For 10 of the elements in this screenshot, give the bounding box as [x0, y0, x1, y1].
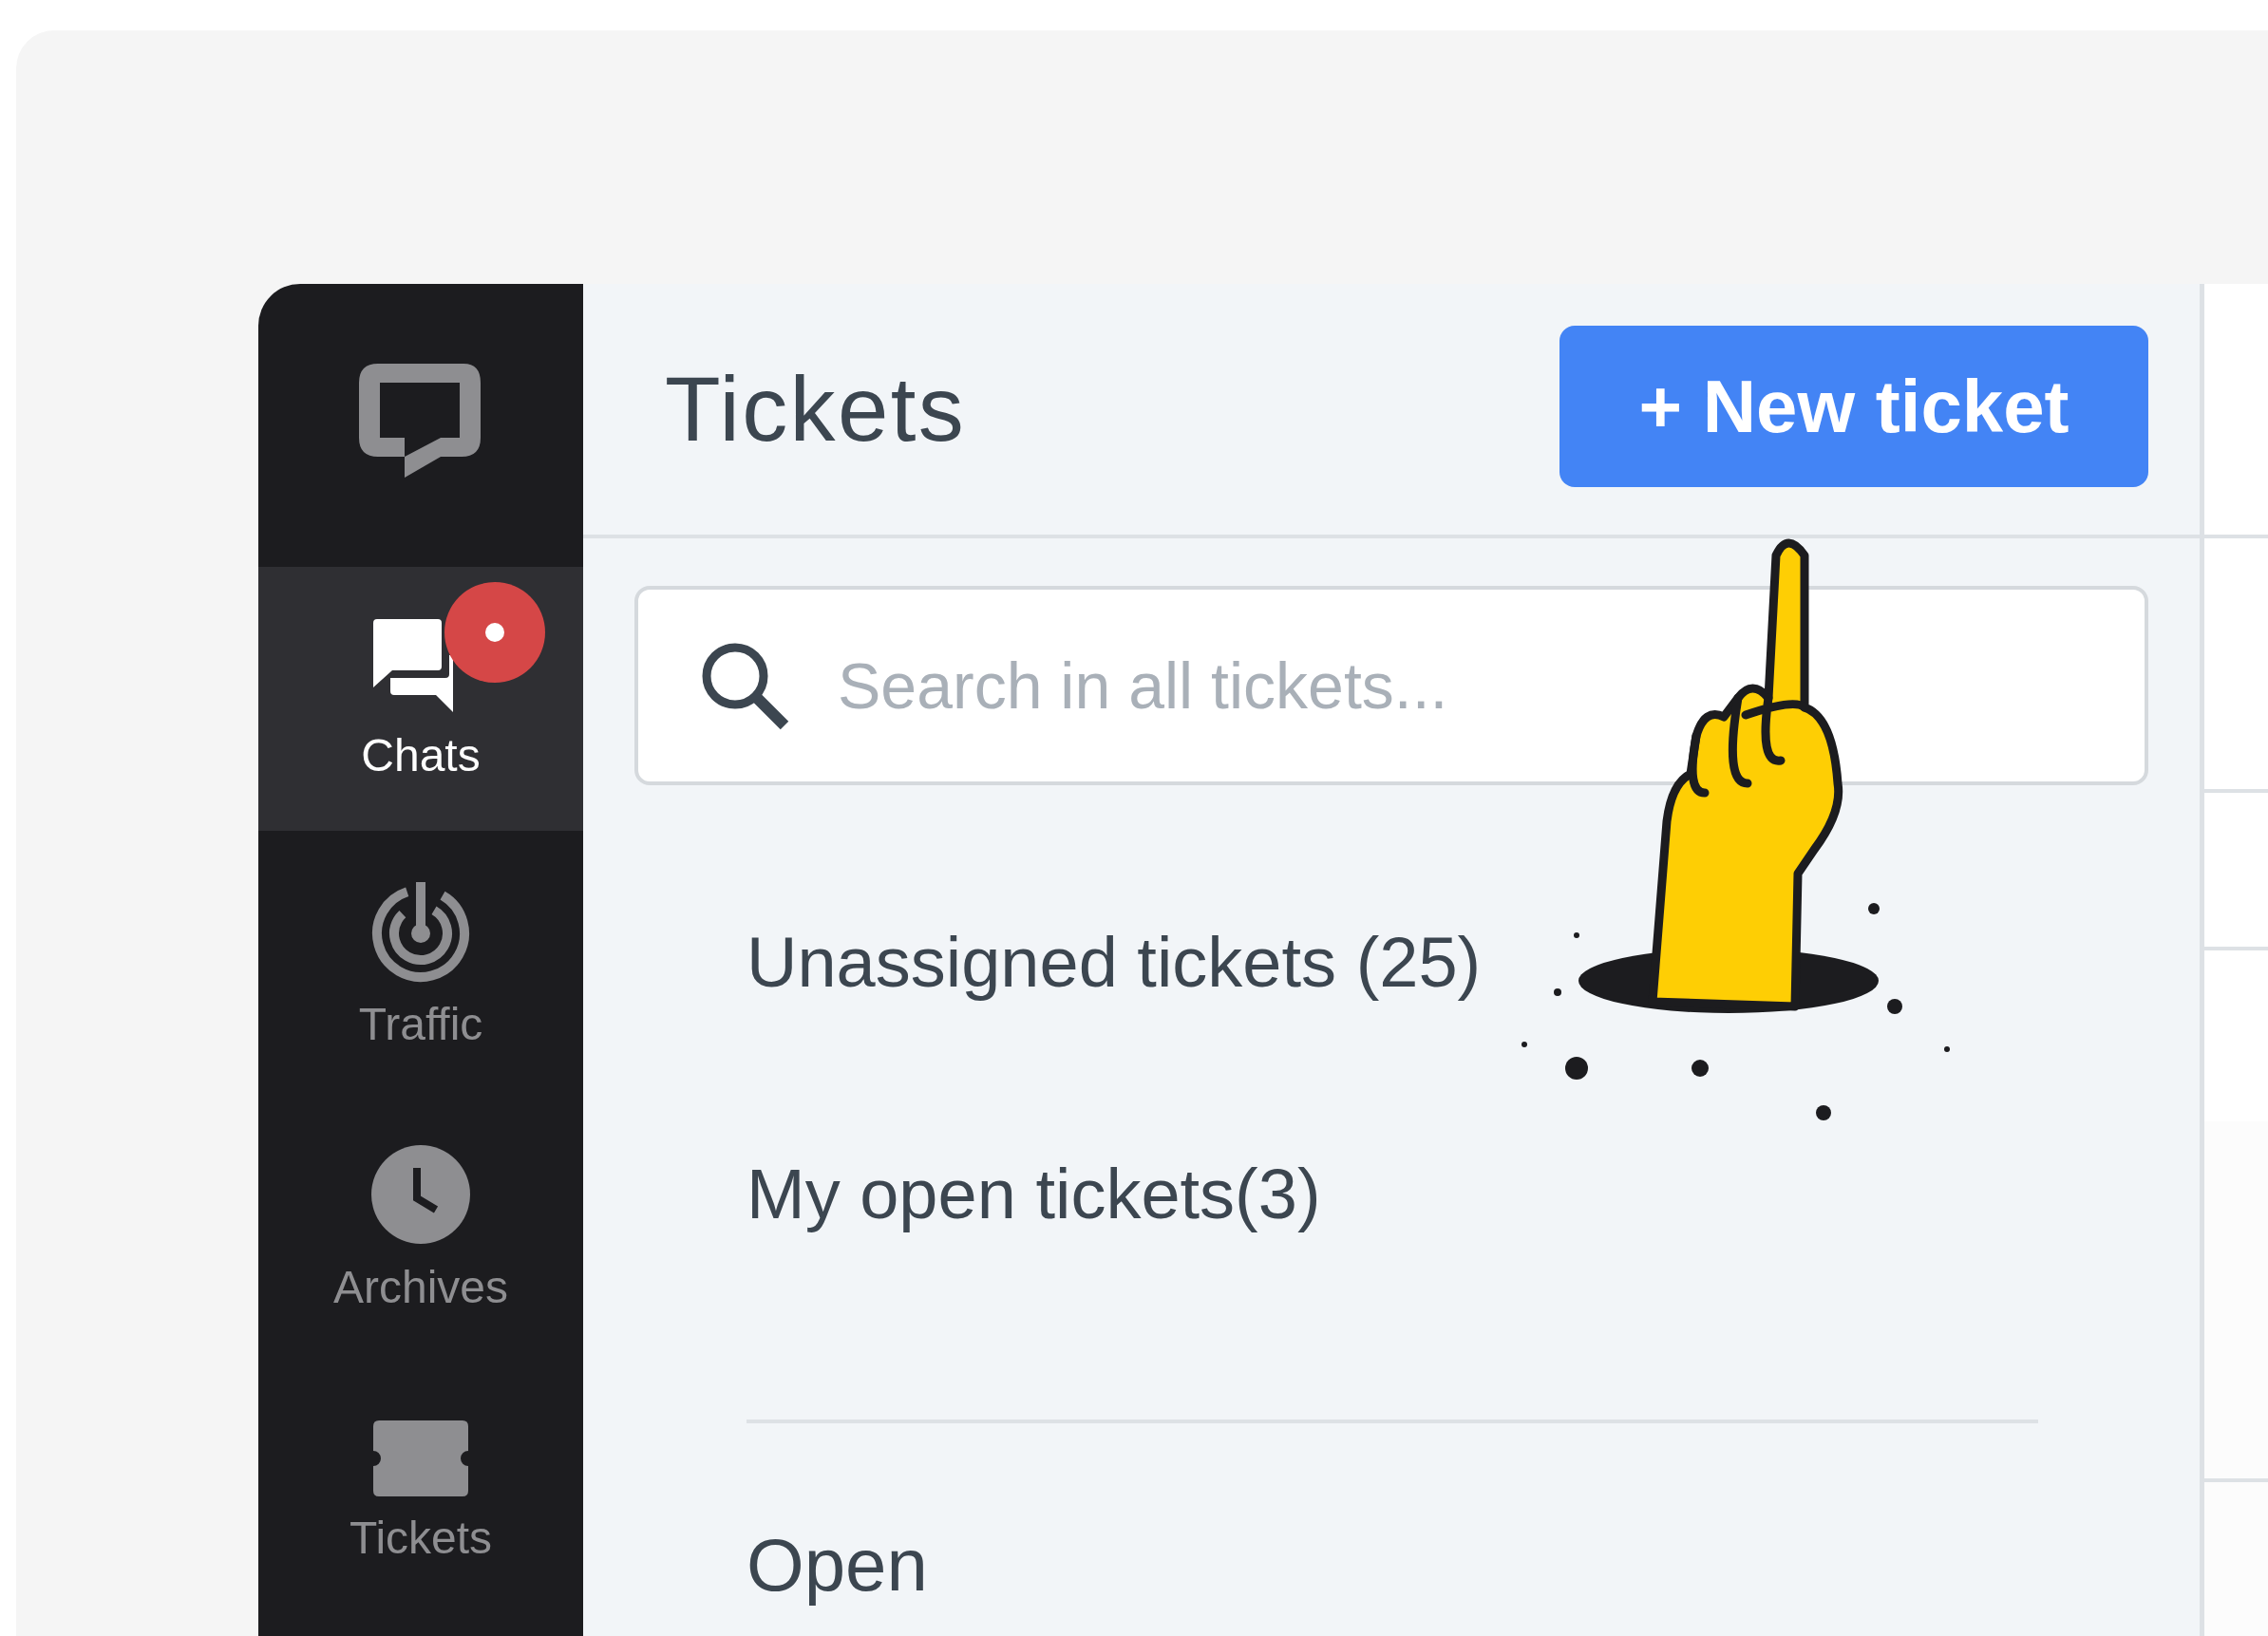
- clock-icon: [369, 1143, 472, 1246]
- new-ticket-button[interactable]: + New ticket: [1559, 326, 2148, 487]
- sidebar-item[interactable]: Chats: [258, 567, 583, 831]
- sidebar-item[interactable]: Tickets: [258, 1359, 583, 1623]
- ticket-icon: [373, 1420, 468, 1496]
- search-field[interactable]: Search in all tickets...: [634, 586, 2148, 785]
- sidebar-item[interactable]: Archives: [258, 1095, 583, 1359]
- page-title: Tickets: [665, 357, 967, 461]
- search-input[interactable]: Search in all tickets...: [838, 637, 1465, 734]
- sidebar-item[interactable]: Traffic: [258, 831, 583, 1095]
